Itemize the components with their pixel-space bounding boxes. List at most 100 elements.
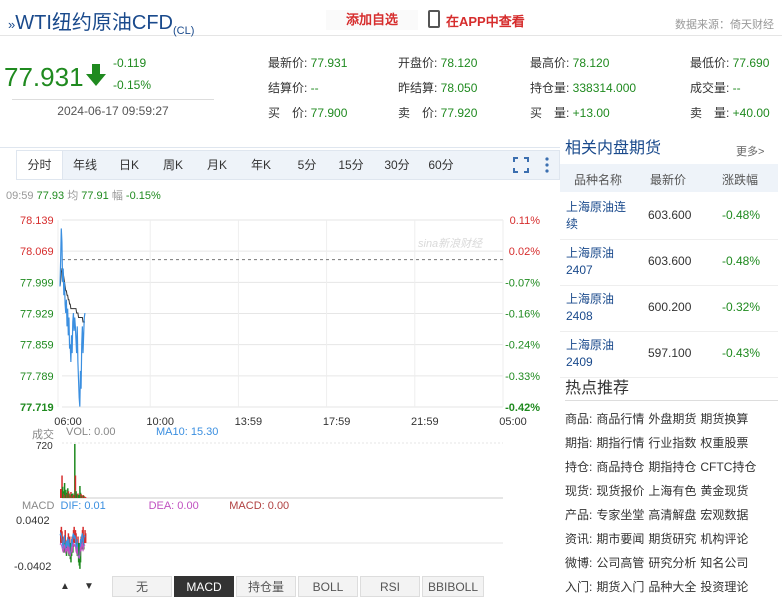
related-name-link[interactable]: 上海原油连续 xyxy=(566,199,630,233)
hot-pick-link[interactable]: 公司高管 xyxy=(596,556,644,570)
related-row[interactable]: 上海原油2409 597.100 -0.43% xyxy=(560,332,778,378)
y-tick-label: 77.999 xyxy=(20,277,54,289)
quote-label: 买 价: xyxy=(268,106,308,120)
hot-pick-link[interactable]: 宏观数据 xyxy=(700,508,748,522)
macd-bar xyxy=(84,533,87,543)
hot-pick-link[interactable]: 期市要闻 xyxy=(596,532,644,546)
quote-label: 持仓量: xyxy=(530,81,570,95)
zoom-in-button[interactable]: ▲ xyxy=(56,576,74,597)
macd-top-tick: 0.0402 xyxy=(16,515,50,527)
hot-category: 入门: xyxy=(565,580,593,594)
tab-period[interactable]: 周K xyxy=(151,151,195,179)
more-options-icon[interactable] xyxy=(545,156,549,174)
related-row[interactable]: 上海原油2408 600.200 -0.32% xyxy=(560,286,778,332)
info-avg: 77.91 xyxy=(81,190,109,202)
hot-pick-row: 产品: 专家坐堂 高清解盘 宏观数据 xyxy=(565,506,752,523)
zoom-out-button[interactable]: ▼ xyxy=(80,576,98,597)
quote-label: 结算价: xyxy=(268,81,308,95)
indicator-tab[interactable]: 无 xyxy=(112,576,172,597)
quote-field: 结算价: -- xyxy=(268,79,319,96)
related-name-link[interactable]: 上海原油2407 xyxy=(566,245,630,279)
hot-pick-link[interactable]: 投资理论 xyxy=(700,580,748,594)
related-price: 603.600 xyxy=(648,208,692,222)
view-in-app-link[interactable]: 在APP中查看 xyxy=(446,11,525,30)
info-avg-label: 均 xyxy=(67,190,79,202)
indicator-tab[interactable]: BBIBOLL xyxy=(422,576,484,597)
hot-pick-link[interactable]: 知名公司 xyxy=(700,556,748,570)
hot-pick-link[interactable]: 商品行情 xyxy=(596,412,644,426)
hot-pick-link[interactable]: 品种大全 xyxy=(648,580,696,594)
related-row[interactable]: 上海原油连续 603.600 -0.48% xyxy=(560,194,778,240)
page-title: »WTI纽约原油CFD(CL) xyxy=(8,12,195,37)
hot-category: 资讯: xyxy=(565,532,593,546)
hot-pick-link[interactable]: 黄金现货 xyxy=(700,484,748,498)
related-name-link[interactable]: 上海原油2408 xyxy=(566,291,630,325)
hot-pick-link[interactable]: 期货入门 xyxy=(596,580,644,594)
quote-label: 卖 价: xyxy=(398,106,438,120)
quote-field: 买 量: +13.00 xyxy=(530,104,610,121)
tab-period[interactable]: 日K xyxy=(107,151,151,179)
indicator-tab[interactable]: MACD xyxy=(174,576,234,597)
tab-period[interactable]: 月K xyxy=(195,151,239,179)
hot-pick-link[interactable]: 行业指数 xyxy=(648,436,696,450)
hot-picks-title: 热点推荐 xyxy=(565,374,778,401)
quote-timestamp: 2024-06-17 09:59:27 xyxy=(12,99,214,118)
hot-pick-link[interactable]: 机构评论 xyxy=(700,532,748,546)
pct-tick-label: 0.11% xyxy=(510,215,541,227)
quote-field: 持仓量: 338314.000 xyxy=(530,79,636,96)
quote-field: 成交量: -- xyxy=(690,79,741,96)
quote-field: 开盘价: 78.120 xyxy=(398,54,477,71)
tab-intraday[interactable]: 分时 xyxy=(17,151,63,179)
hot-pick-link[interactable]: 外盘期货 xyxy=(648,412,696,426)
info-time: 09:59 xyxy=(6,190,34,202)
hot-pick-link[interactable]: 专家坐堂 xyxy=(596,508,644,522)
tab-period[interactable]: 5分 xyxy=(285,151,329,179)
related-name-link[interactable]: 上海原油2409 xyxy=(566,337,630,371)
add-favorite-button[interactable]: 添加自选 xyxy=(326,10,418,30)
hot-pick-link[interactable]: 高清解盘 xyxy=(648,508,696,522)
tab-period[interactable]: 年线 xyxy=(63,151,107,179)
tab-period[interactable]: 年K xyxy=(239,151,283,179)
info-range: -0.15% xyxy=(125,190,161,202)
col-name: 品种名称 xyxy=(574,173,623,187)
hot-pick-link[interactable]: 研究分析 xyxy=(648,556,696,570)
x-tick-label: 13:59 xyxy=(235,416,263,428)
related-futures-title: 相关内盘期货 xyxy=(565,140,662,157)
fullscreen-icon[interactable] xyxy=(513,157,529,173)
hot-category: 期指: xyxy=(565,436,593,450)
pct-tick-label: -0.24% xyxy=(505,340,540,352)
hot-pick-link[interactable]: 权重股票 xyxy=(700,436,748,450)
hot-pick-link[interactable]: CFTC持仓 xyxy=(700,460,756,474)
volume-ma10: MA10: 15.30 xyxy=(156,426,219,438)
indicator-tab[interactable]: BOLL xyxy=(298,576,358,597)
price-change: -0.119 xyxy=(113,56,147,70)
hot-category: 现货: xyxy=(565,484,593,498)
tab-period[interactable]: 15分 xyxy=(329,151,373,179)
indicator-tab[interactable]: RSI xyxy=(360,576,420,597)
quote-value: +13.00 xyxy=(569,106,610,120)
x-tick-label: 05:00 xyxy=(499,416,527,428)
hot-pick-link[interactable]: 期货换算 xyxy=(700,412,748,426)
y-tick-label: 77.929 xyxy=(20,309,54,321)
hot-pick-link[interactable]: 期指持仓 xyxy=(648,460,696,474)
data-source: 数据来源：倚天财经 xyxy=(675,19,774,31)
intraday-price-chart[interactable]: 78.139 0.11% 78.069 0.02% 77.999 -0.07% 77.929… xyxy=(0,205,560,435)
hot-pick-link[interactable]: 上海有色 xyxy=(648,484,696,498)
quote-field: 最低价: 77.690 xyxy=(690,54,769,71)
related-more-link[interactable]: 更多> xyxy=(736,143,764,159)
pct-tick-label: -0.42% xyxy=(505,402,540,414)
indicator-tab[interactable]: 持仓量 xyxy=(236,576,296,597)
hot-pick-link[interactable]: 期指行情 xyxy=(596,436,644,450)
quote-label: 买 量: xyxy=(530,106,570,120)
crosshair-info: 09:59 77.93 均 77.91 幅 -0.15% xyxy=(6,187,161,203)
hot-pick-row: 商品: 商品行情 外盘期货 期货换算 xyxy=(565,410,752,427)
hot-pick-link[interactable]: 现货报价 xyxy=(596,484,644,498)
tab-period[interactable]: 60分 xyxy=(419,151,463,179)
quote-label: 最低价: xyxy=(690,56,730,70)
related-row[interactable]: 上海原油2407 603.600 -0.48% xyxy=(560,240,778,286)
y-tick-label: 77.859 xyxy=(20,340,54,352)
hot-pick-link[interactable]: 商品持仓 xyxy=(596,460,644,474)
tab-period[interactable]: 30分 xyxy=(375,151,419,179)
hot-pick-link[interactable]: 期货研究 xyxy=(648,532,696,546)
pct-tick-label: 0.02% xyxy=(509,246,540,258)
